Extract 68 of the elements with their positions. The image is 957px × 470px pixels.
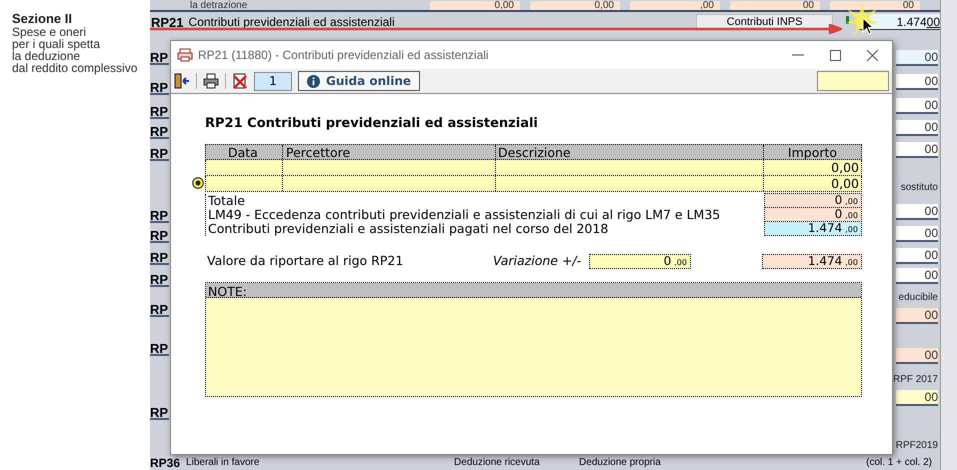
amount-field[interactable]: 00 [896, 120, 938, 136]
amount-field[interactable]: 0 ,00 [764, 193, 862, 208]
amount-field[interactable]: 00 [896, 98, 938, 114]
amount-field[interactable]: 00 [896, 50, 938, 66]
help-button[interactable]: Guida online [298, 71, 420, 91]
minimize-icon[interactable] [792, 54, 804, 56]
column-label: Deduzione propria [579, 457, 662, 469]
section-description-line: per i quali spetta [12, 38, 102, 50]
dialog-heading: RP21 Contributi previdenziali ed assistenziali [205, 116, 539, 132]
amount-field[interactable]: 00 [896, 390, 938, 406]
add-row-icon[interactable] [192, 177, 204, 189]
mouse-cursor-icon [862, 17, 874, 35]
amount-field[interactable]: 0,00 [530, 1, 620, 10]
column-label: (col. 1 + col. 2) [866, 457, 932, 469]
amount-field[interactable]: 00 [730, 1, 820, 10]
table-cell[interactable]: 0,00 [764, 160, 861, 175]
amount-field[interactable]: 00 [896, 348, 938, 364]
column-label: sostituto [900, 181, 938, 195]
amount-field[interactable]: 00 [896, 248, 938, 264]
summary-label: Totale [207, 194, 246, 208]
section-description-line: Spese e oneri [12, 26, 88, 38]
close-icon[interactable] [867, 50, 878, 60]
amount-field[interactable]: ,00 [630, 1, 720, 10]
row-label: Liberali in favore [186, 457, 260, 469]
column-label: RPF 2017 [894, 373, 938, 387]
variation-label: Variazione +/- [493, 252, 582, 270]
search-field[interactable] [817, 71, 889, 91]
window-title: RP21 (11880) - Contributi previdenziali ed assistenziali [198, 47, 489, 64]
amount-field[interactable]: 00 [896, 268, 938, 284]
notes-field[interactable] [206, 298, 861, 396]
page-counter[interactable]: 1 [254, 72, 292, 90]
row-code: RP36 [150, 456, 180, 470]
amount-field[interactable]: 00 [896, 204, 938, 220]
column-header: Descrizione [496, 145, 764, 159]
column-label: educibile [898, 291, 938, 305]
amount-field[interactable]: 0 ,00 [764, 207, 862, 222]
table-cell[interactable]: 0,00 [764, 176, 861, 191]
result-field[interactable]: 1.474 ,00 [762, 254, 862, 268]
exit-door-icon[interactable] [174, 73, 190, 89]
amount-field[interactable]: 00 [896, 308, 938, 324]
column-header: Data [206, 145, 283, 159]
section-description-line: dal reddito complessivo [12, 62, 138, 74]
printer-icon[interactable] [203, 73, 219, 89]
delete-document-icon[interactable] [232, 73, 248, 89]
section-title: Sezione II [12, 12, 73, 26]
column-header: Percettore [283, 145, 496, 159]
maximize-icon[interactable] [830, 50, 841, 60]
row-label: Contributi previdenziali ed assistenziali [188, 15, 396, 30]
summary-label: LM49 - Eccedenza contributi previdenziali e assistenziali di cui al rigo LM7 e LM35 [207, 208, 722, 222]
printer-icon [177, 48, 193, 62]
summary-label: Contributi previdenziali e assistenziali pagati nel corso del 2018 [207, 222, 610, 236]
amount-field[interactable]: 00 [896, 226, 938, 242]
section-description-line: la deduzione [12, 50, 80, 62]
status-indicator [846, 16, 849, 24]
amount-field[interactable]: 00 [896, 142, 938, 158]
column-label: RPF2019 [896, 439, 938, 453]
result-label: Valore da riportare al rigo RP21 [206, 252, 404, 270]
row-code: RP21 [151, 15, 184, 30]
amount-field[interactable]: 1.474 ,00 [764, 221, 862, 236]
amount-field[interactable]: 00 [830, 1, 920, 10]
amount-field[interactable]: 0,00 [430, 1, 520, 10]
column-label: Deduzione ricevuta [454, 457, 541, 469]
info-icon [307, 74, 320, 88]
amount-field[interactable]: 00 [896, 74, 938, 90]
variation-field[interactable]: 0 ,00 [589, 254, 691, 268]
column-header: Importo [786, 145, 838, 159]
notes-label: NOTE: [207, 284, 247, 299]
caption: la detrazione [190, 2, 248, 10]
